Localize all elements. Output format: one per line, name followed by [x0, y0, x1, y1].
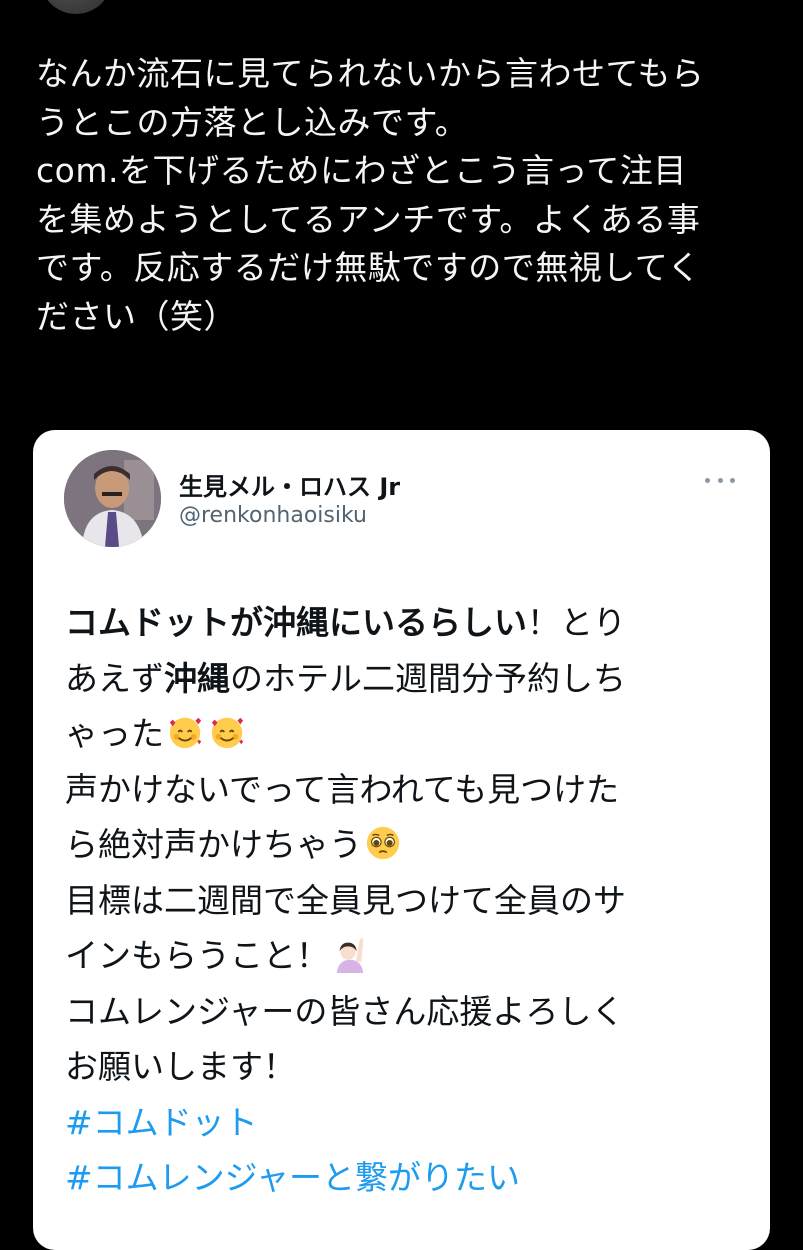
reply-line: です。反応するだけ無駄ですので無視してく — [36, 248, 701, 287]
reply-author-avatar[interactable] — [40, 0, 112, 14]
quoted-line: ゃった — [65, 706, 755, 762]
pleading-face-icon — [366, 826, 400, 860]
text-span: インもらうこと！ — [65, 936, 329, 975]
dot — [717, 477, 723, 483]
quoted-author-avatar[interactable] — [64, 450, 161, 547]
quoted-author-handle[interactable]: @renkonhaoisiku — [179, 503, 367, 528]
dot — [705, 477, 710, 483]
text-span: ら絶対声かけちゃう — [65, 825, 362, 864]
quoted-line: コムドットが沖縄にいるらしい！とり — [65, 595, 755, 651]
reply-line: ださい（笑） — [36, 296, 237, 336]
quoted-line: あえず沖縄のホテル二週間分予約しち — [65, 651, 755, 707]
text-span: ！とり — [527, 603, 626, 642]
hashtag-link[interactable]: #コムドット — [65, 1095, 755, 1151]
dot — [730, 477, 735, 483]
quoted-tweet-text: コムドットが沖縄にいるらしい！とり あえず沖縄のホテル二週間分予約しち ゃった … — [65, 595, 755, 1206]
hashtag-link[interactable]: #コムレンジャーと繋がりたい — [65, 1150, 755, 1206]
quoted-line: 目標は二週間で全員見つけて全員のサ — [65, 880, 626, 920]
smiling-face-with-hearts-icon — [169, 717, 202, 749]
quoted-author-name[interactable]: 生見メル・ロハス Jr — [179, 467, 400, 502]
quoted-line: インもらうこと！ — [65, 928, 755, 984]
reply-line: うとこの方落とし込みです。 — [36, 102, 469, 142]
text-span: のホテル二週間分予約しち — [230, 658, 626, 698]
reply-line: なんか流石に見てられないから言わせてもら — [36, 54, 705, 93]
reply-line: を集めようとしてるアンチです。よくある事 — [36, 199, 701, 239]
smiling-face-with-hearts-icon — [211, 717, 244, 749]
reply-tweet-text: なんか流石に見てられないから言わせてもら うとこの方落とし込みです。 com.を… — [36, 50, 776, 341]
quoted-line: ら絶対声かけちゃう — [65, 817, 755, 873]
quoted-line: コムレンジャーの皆さん応援よろしく — [65, 991, 625, 1031]
quoted-line: お願いします！ — [65, 1047, 296, 1086]
quoted-tweet-card[interactable]: 生見メル・ロハス Jr @renkonhaoisiku コムドットが沖縄にいるら… — [33, 430, 770, 1250]
avatar-photo-icon — [64, 450, 161, 547]
bold-keyword: 沖縄 — [164, 658, 230, 698]
person-raising-hand-icon — [336, 938, 364, 973]
quoted-line: 声かけないでって言われても見つけた — [65, 769, 620, 809]
more-horizontal-icon[interactable] — [705, 470, 735, 490]
bold-keyword: コムドットが沖縄にいるらしい — [65, 603, 527, 642]
text-span: あえず — [65, 658, 164, 698]
text-span: ゃった — [65, 714, 164, 753]
quoted-tweet-header: 生見メル・ロハス Jr @renkonhaoisiku — [33, 430, 770, 570]
reply-line: com.を下げるためにわざとこう言って注目 — [36, 151, 687, 190]
